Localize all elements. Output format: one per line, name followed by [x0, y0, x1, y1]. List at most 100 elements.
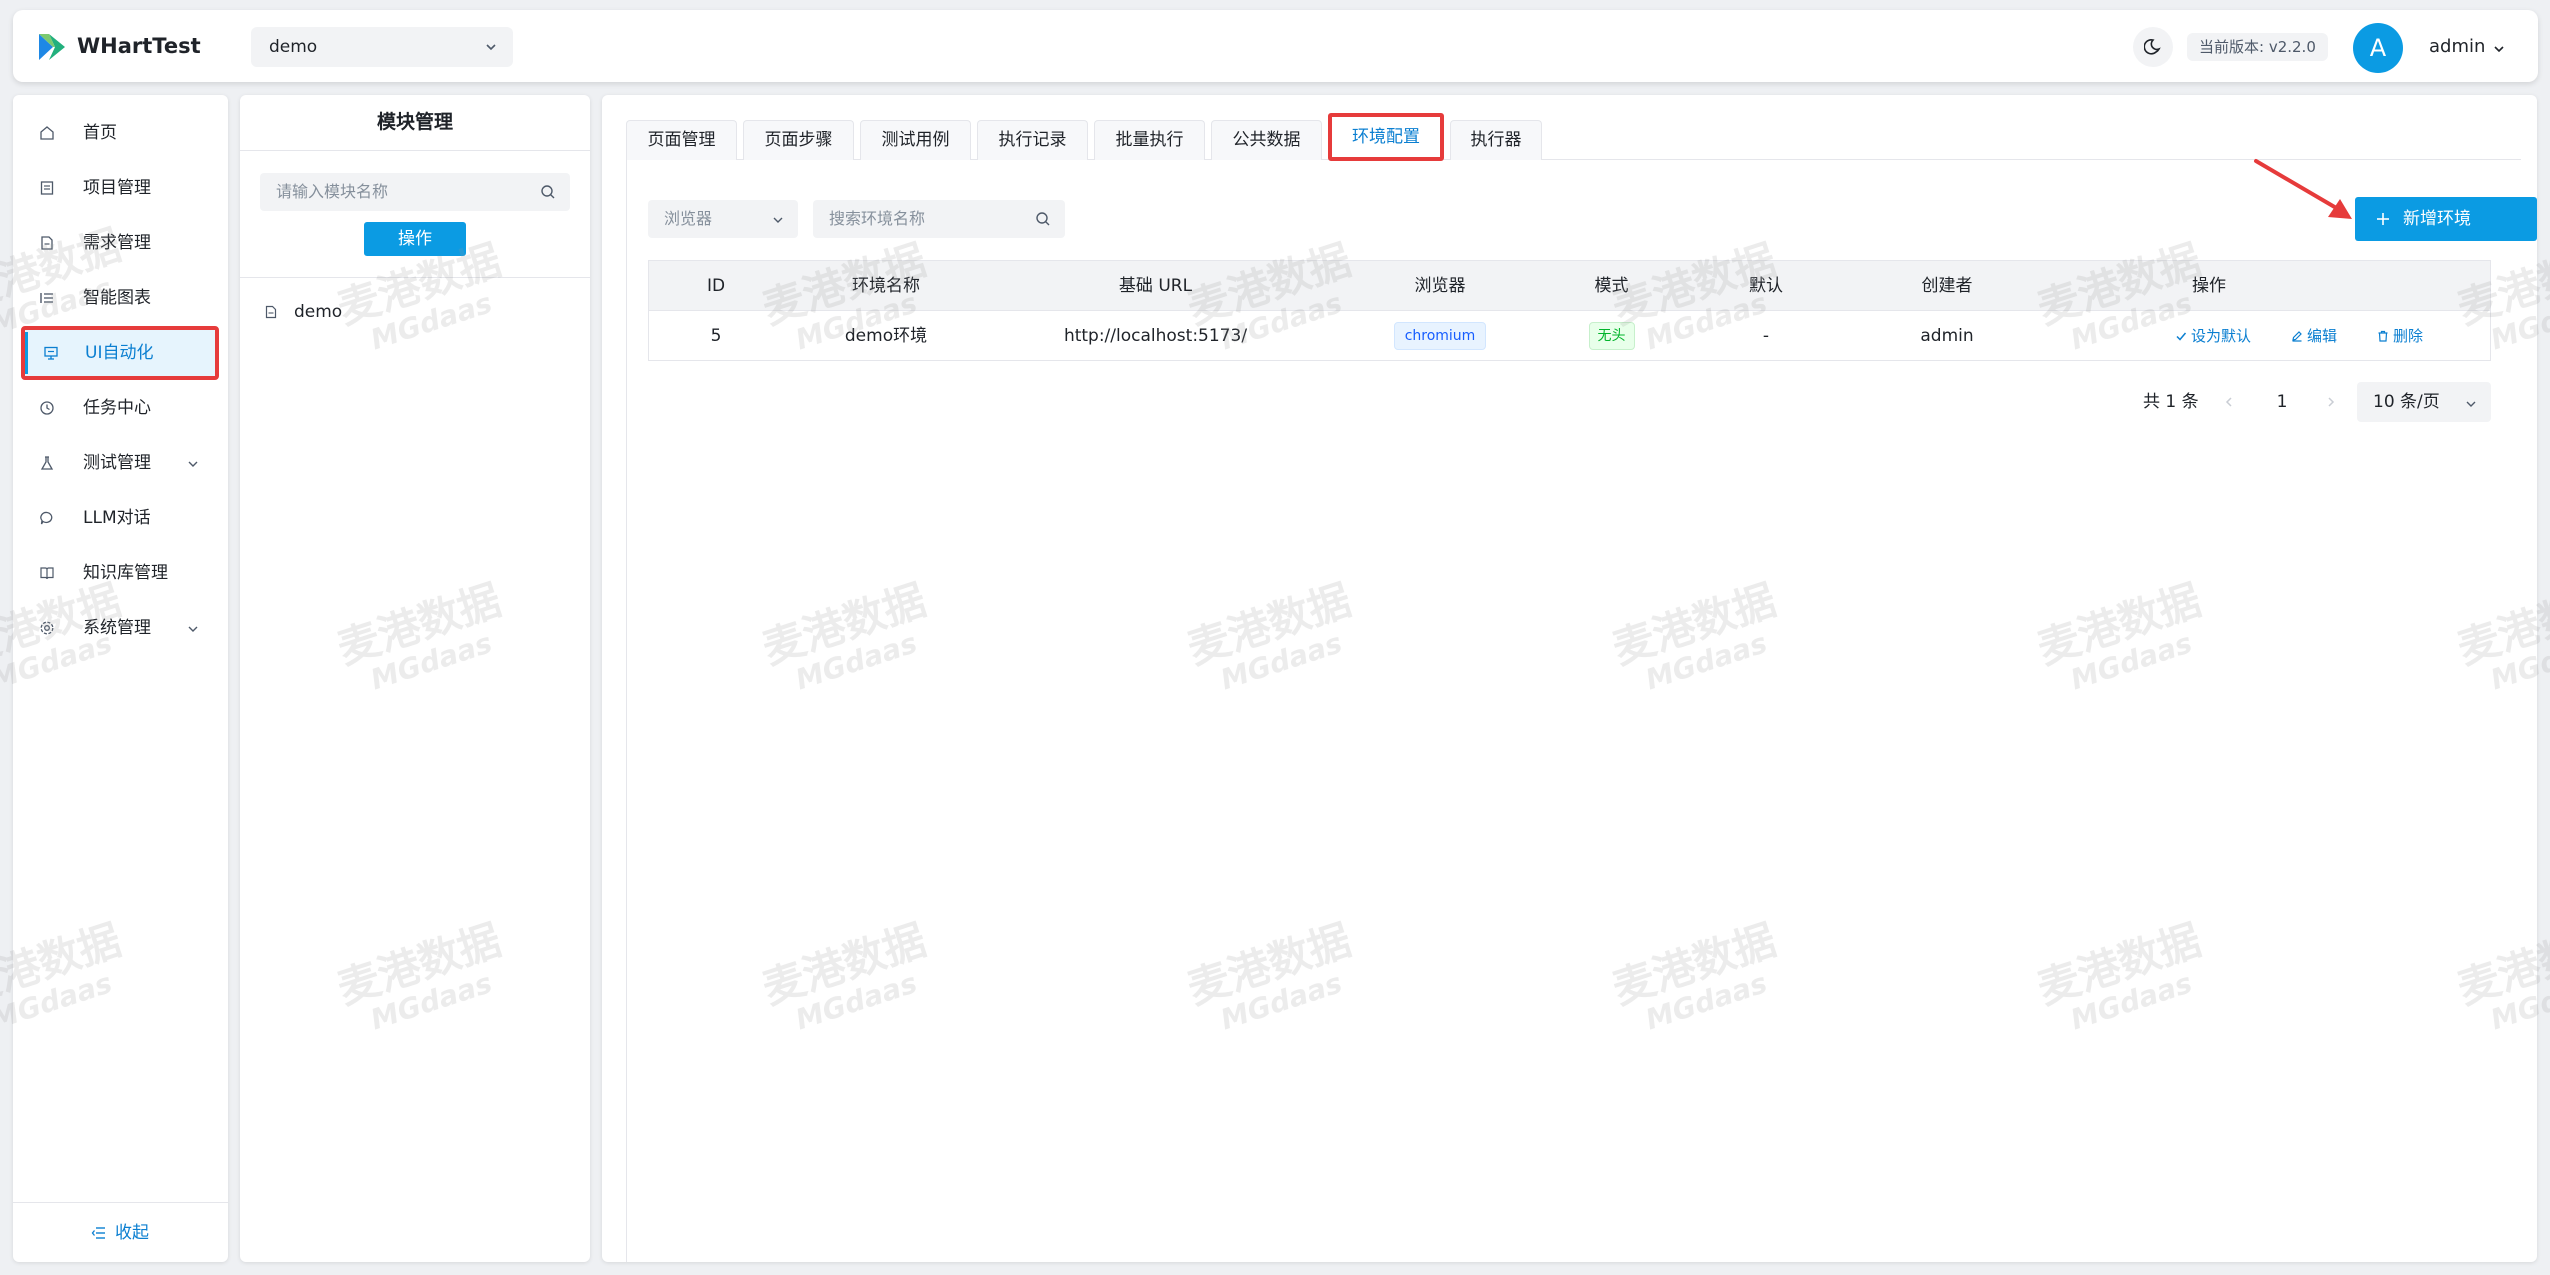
tab-test-cases[interactable]: 测试用例 — [860, 120, 971, 160]
chevron-down-icon — [2466, 401, 2476, 407]
moon-icon — [2144, 39, 2161, 55]
sidebar-item-test-management[interactable]: 测试管理 — [25, 441, 215, 485]
module-operate-button[interactable]: 操作 — [364, 222, 466, 256]
sidebar-item-ui-automation[interactable]: UI自动化 — [21, 326, 219, 380]
pagination: 共 1 条 1 10 条/页 — [602, 380, 2537, 424]
env-search-input[interactable]: 搜索环境名称 — [813, 200, 1065, 238]
book-icon — [40, 567, 54, 580]
divider — [240, 277, 590, 278]
avatar[interactable]: A — [2353, 23, 2403, 73]
delete-label: 删除 — [2393, 327, 2424, 345]
chat-icon — [40, 511, 53, 525]
app-title: WHartTest — [77, 34, 201, 58]
check-icon — [2176, 332, 2187, 341]
sidebar-item-requirements[interactable]: 需求管理 — [25, 221, 215, 265]
list-icon — [40, 293, 53, 303]
header-browser: 浏览器 — [1414, 276, 1466, 296]
chevron-down-icon — [188, 626, 198, 632]
cell-id: 5 — [710, 326, 722, 346]
edit-label: 编辑 — [2307, 327, 2338, 345]
edit-button[interactable]: 编辑 — [2291, 311, 2337, 361]
sidebar-item-label: 系统管理 — [83, 618, 151, 638]
tab-public-data[interactable]: 公共数据 — [1211, 120, 1322, 160]
app-logo-icon[interactable] — [37, 32, 67, 62]
sidebar-item-tasks[interactable]: 任务中心 — [25, 386, 215, 430]
mode-tag: 无头 — [1588, 322, 1635, 350]
add-environment-button[interactable]: 新增环境 — [2355, 197, 2537, 241]
chevron-right-icon[interactable] — [2324, 395, 2338, 409]
flask-icon — [40, 456, 54, 470]
sidebar-item-charts[interactable]: 智能图表 — [25, 276, 215, 320]
module-panel-title: 模块管理 — [376, 111, 453, 133]
cell-env-name: demo环境 — [844, 326, 928, 346]
sidebar-item-llm-chat[interactable]: LLM对话 — [25, 496, 215, 540]
chevron-left-icon[interactable] — [2222, 395, 2236, 409]
cell-browser: chromium — [1322, 311, 1558, 361]
header-default: 默认 — [1749, 276, 1783, 296]
tab-page-management[interactable]: 页面管理 — [626, 120, 737, 160]
sidebar-item-knowledge-base[interactable]: 知识库管理 — [25, 551, 215, 595]
clock-icon — [40, 401, 54, 415]
header-env-name: 环境名称 — [852, 276, 920, 296]
content-border — [626, 159, 627, 1262]
sidebar: 首页 项目管理 需求管理 智能图表 UI自动化 任务中心 测试管理 LLM对话 … — [13, 95, 228, 1262]
chevron-down-icon[interactable] — [2492, 42, 2506, 56]
sidebar-item-home[interactable]: 首页 — [25, 111, 215, 155]
header-base-url: 基础 URL — [1118, 276, 1193, 296]
monitor-icon — [44, 346, 58, 360]
pagination-total: 共 1 条 — [2143, 392, 2199, 412]
menu-fold-icon — [91, 1227, 105, 1239]
cell-mode: 无头 — [1558, 311, 1665, 361]
sidebar-item-system[interactable]: 系统管理 — [25, 606, 215, 650]
trash-icon — [2378, 330, 2388, 342]
browser-tag: chromium — [1393, 322, 1487, 350]
sidebar-item-label: UI自动化 — [85, 343, 154, 363]
project-select-value: demo — [269, 37, 318, 57]
sidebar-item-label: 知识库管理 — [83, 563, 168, 583]
header-mode: 模式 — [1594, 276, 1629, 296]
home-icon — [40, 126, 54, 140]
tab-batch-execution[interactable]: 批量执行 — [1094, 120, 1205, 160]
theme-toggle-button[interactable] — [2133, 27, 2173, 67]
version-badge: 当前版本: v2.2.0 — [2187, 33, 2328, 61]
sidebar-item-label: 需求管理 — [83, 233, 151, 253]
sidebar-item-label: 任务中心 — [83, 398, 151, 418]
page-size-value: 10 条/页 — [2373, 392, 2440, 412]
collapse-label: 收起 — [115, 1223, 149, 1243]
tab-executors[interactable]: 执行器 — [1450, 120, 1542, 160]
annotation-arrow-icon — [2254, 159, 2352, 219]
project-select[interactable]: demo — [251, 27, 513, 67]
project-icon — [40, 181, 54, 195]
table-header: ID 环境名称 基础 URL 浏览器 模式 默认 创建者 操作 — [649, 261, 2490, 311]
gear-icon — [40, 621, 54, 635]
plus-icon — [2377, 213, 2389, 225]
tab-page-steps[interactable]: 页面步骤 — [743, 120, 854, 160]
document-icon — [41, 236, 53, 250]
browser-filter-select[interactable]: 浏览器 — [648, 200, 798, 238]
main-panel: 页面管理 页面步骤 测试用例 执行记录 批量执行 公共数据 环境配置 执行器 浏… — [602, 95, 2537, 1262]
module-tree-label: demo — [294, 302, 343, 322]
chevron-down-icon — [486, 44, 496, 51]
tab-environment-config[interactable]: 环境配置 — [1328, 113, 1444, 161]
header-actions: 操作 — [2192, 276, 2226, 296]
set-default-button[interactable]: 设为默认 — [2175, 311, 2251, 361]
top-header: WHartTest demo 当前版本: v2.2.0 A admin — [13, 10, 2538, 82]
header-creator: 创建者 — [1921, 276, 1973, 296]
search-icon[interactable] — [1035, 211, 1051, 227]
sidebar-item-label: 智能图表 — [83, 288, 151, 308]
sidebar-item-projects[interactable]: 项目管理 — [25, 166, 215, 210]
sidebar-item-label: 测试管理 — [83, 453, 151, 473]
sidebar-item-label: 项目管理 — [83, 178, 151, 198]
cell-base-url: http://localhost:5173/ — [1063, 326, 1248, 346]
module-search-input[interactable]: 请输入模块名称 — [260, 173, 570, 211]
tab-execution-records[interactable]: 执行记录 — [977, 120, 1088, 160]
delete-button[interactable]: 删除 — [2377, 311, 2423, 361]
search-icon[interactable] — [540, 184, 556, 200]
pagination-page[interactable]: 1 — [2266, 385, 2298, 419]
chevron-down-icon — [773, 217, 783, 223]
user-name[interactable]: admin — [2429, 35, 2485, 59]
divider — [240, 150, 590, 151]
sidebar-collapse-button[interactable]: 收起 — [13, 1202, 228, 1262]
page-size-select[interactable]: 10 条/页 — [2357, 382, 2491, 422]
set-default-label: 设为默认 — [2191, 327, 2252, 345]
